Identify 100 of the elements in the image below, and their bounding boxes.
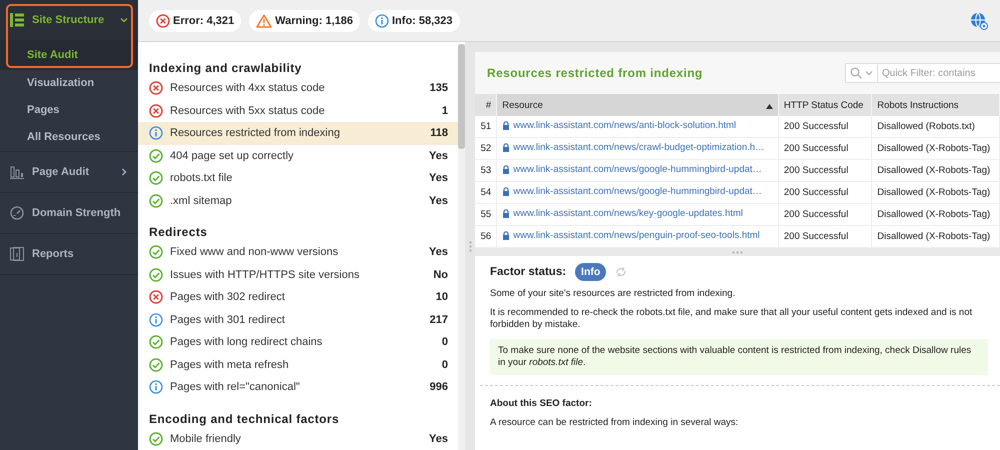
resource-link[interactable]: www.link-assistant.com/news/google-hummingbird-updat… (502, 186, 762, 197)
paragraph: It is recommended to re-check the robots.txt file, and make sure that all your useful content gets indexed and is not forbidden by mistake. (490, 307, 974, 331)
factor-value: 10 (436, 291, 448, 304)
nav-item[interactable]: Reports (0, 234, 138, 274)
table-cell: 53 (475, 160, 497, 182)
column-header[interactable]: # (475, 94, 497, 116)
resource-link[interactable]: www.link-assistant.com/news/crawl-budget-optimization.h… (502, 142, 765, 153)
counter-badge[interactable]: Error: 4,321 (149, 10, 242, 32)
column-header[interactable]: HTTP Status Code (778, 94, 872, 116)
error-icon (149, 290, 163, 304)
nav-item[interactable]: Domain Strength (0, 193, 138, 233)
factor-row[interactable]: Resources with 4xx status code 135 (138, 77, 458, 100)
refresh-icon (615, 266, 628, 278)
nav-item[interactable]: Page Audit (0, 152, 138, 192)
error-icon (149, 81, 163, 96)
factor-value: 1 (442, 104, 448, 117)
grip-icon (468, 240, 472, 252)
globe-settings-icon (970, 12, 988, 30)
table-cell: Disallowed (X-Robots-Tag) (872, 138, 1000, 160)
check-icon (149, 358, 163, 372)
table-cell: 51 (475, 116, 497, 138)
factor-row[interactable]: Pages with meta refresh 0 (138, 354, 458, 376)
about-title: About this SEO factor: (490, 398, 593, 409)
nav-subitem[interactable]: All Resources (0, 124, 138, 151)
check-icon (149, 432, 163, 446)
factor-row[interactable]: Pages with rel="canonical" 996 (138, 376, 458, 398)
factor-row[interactable]: Pages with 302 redirect 10 (138, 286, 458, 308)
counter-badge[interactable]: Info: 58,323 (368, 10, 460, 32)
factor-value: 0 (442, 358, 448, 371)
factor-label: Pages with rel="canonical" (170, 381, 301, 394)
resource-link[interactable]: www.link-assistant.com/news/penguin-proof-seo-tools.html (502, 230, 760, 241)
factor-row[interactable]: robots.txt file Yes (138, 167, 458, 190)
counter-badge[interactable]: Warning: 1,186 (249, 10, 360, 32)
section-title: Indexing and crawlability (148, 60, 303, 77)
lock-icon (502, 209, 510, 218)
lock-icon (502, 165, 510, 174)
factor-value: 217 (430, 314, 448, 326)
check-icon (149, 194, 163, 208)
factor-row[interactable]: Mobile friendly Yes (138, 428, 458, 450)
column-header[interactable]: Robots Instructions (872, 94, 1000, 116)
info-icon (375, 14, 389, 28)
column-header[interactable]: Resource (496, 94, 778, 116)
factor-row[interactable]: Pages with long redirect chains 0 (138, 331, 458, 354)
factor-row[interactable]: Issues with HTTP/HTTPS site versions No (138, 264, 458, 286)
paragraph: A resource can be restricted from indexing in several ways: (490, 417, 740, 429)
table-cell: 200 Successful (778, 138, 872, 160)
nav-subitem[interactable]: Visualization (0, 70, 138, 97)
panel-title: Resources restricted from indexing (487, 66, 703, 80)
error-icon (156, 14, 170, 28)
factor-row[interactable]: 404 page set up correctly Yes (138, 144, 458, 167)
lock-icon (502, 143, 510, 152)
check-icon (149, 335, 163, 350)
check-icon (149, 148, 163, 163)
tip-text: To make sure none of the website sections with valuable content is restricted from indexing, check Disallow rules in your robots.txt file. (498, 345, 972, 368)
caret-icon (865, 70, 873, 76)
factor-row[interactable]: .xml sitemap Yes (138, 190, 458, 212)
info-icon (149, 312, 163, 327)
factor-label: .xml sitemap (170, 194, 233, 207)
warning-icon (256, 14, 272, 28)
error-icon (149, 104, 163, 118)
sort-ascending-icon (766, 104, 773, 108)
factor-value: No (433, 268, 448, 281)
table-cell: Disallowed (Robots.txt) (872, 116, 1000, 138)
resource-link[interactable]: www.link-assistant.com/news/key-google-updates.html (502, 208, 743, 219)
factor-value: 135 (430, 82, 448, 94)
grip-icon (732, 250, 743, 254)
info-icon (149, 380, 163, 394)
nav-item[interactable]: Site Structure (0, 0, 138, 40)
factor-row[interactable]: Resources with 5xx status code 1 (138, 100, 458, 122)
factor-label: 404 page set up correctly (170, 150, 295, 162)
scrollbar[interactable] (458, 44, 465, 450)
factor-label: Resources with 5xx status code (170, 104, 326, 117)
check-icon (149, 245, 163, 260)
scrollbar-thumb[interactable] (458, 44, 465, 149)
table-cell: 200 Successful (778, 116, 872, 138)
factor-row[interactable]: Fixed www and non-www versions Yes (138, 241, 458, 264)
filter-field[interactable]: Quick Filter: contains (878, 63, 1000, 83)
nav-subitem[interactable]: Pages (0, 97, 138, 124)
factor-label: Resources with 4xx status code (170, 82, 326, 94)
factor-value: 996 (430, 381, 448, 394)
resource-link[interactable]: www.link-assistant.com/news/google-hummingbird-updat… (502, 164, 762, 175)
factor-row[interactable]: Pages with 301 redirect 217 (138, 308, 458, 331)
table-cell: 54 (475, 182, 497, 204)
table-cell: Disallowed (X-Robots-Tag) (872, 182, 1000, 204)
nav-subitem[interactable]: Site Audit (0, 40, 138, 70)
status-badge: Info (575, 263, 606, 281)
resource-link[interactable]: www.link-assistant.com/news/anti-block-solution.html (502, 120, 736, 131)
factor-value: Yes (429, 172, 448, 184)
factor-value: Yes (429, 150, 448, 162)
info-icon (149, 126, 163, 140)
factor-value: Yes (429, 194, 448, 207)
document-icon (10, 247, 24, 261)
factor-row[interactable]: Resources restricted from indexing 118 (138, 122, 458, 144)
factor-label: Pages with 302 redirect (170, 291, 286, 304)
factor-value: Yes (429, 246, 448, 258)
search-dropdown[interactable] (845, 63, 878, 83)
table-cell: 200 Successful (778, 182, 872, 204)
table-cell: 200 Successful (778, 160, 872, 182)
table-cell: 55 (475, 204, 497, 226)
factor-label: Resources restricted from indexing (170, 127, 341, 140)
